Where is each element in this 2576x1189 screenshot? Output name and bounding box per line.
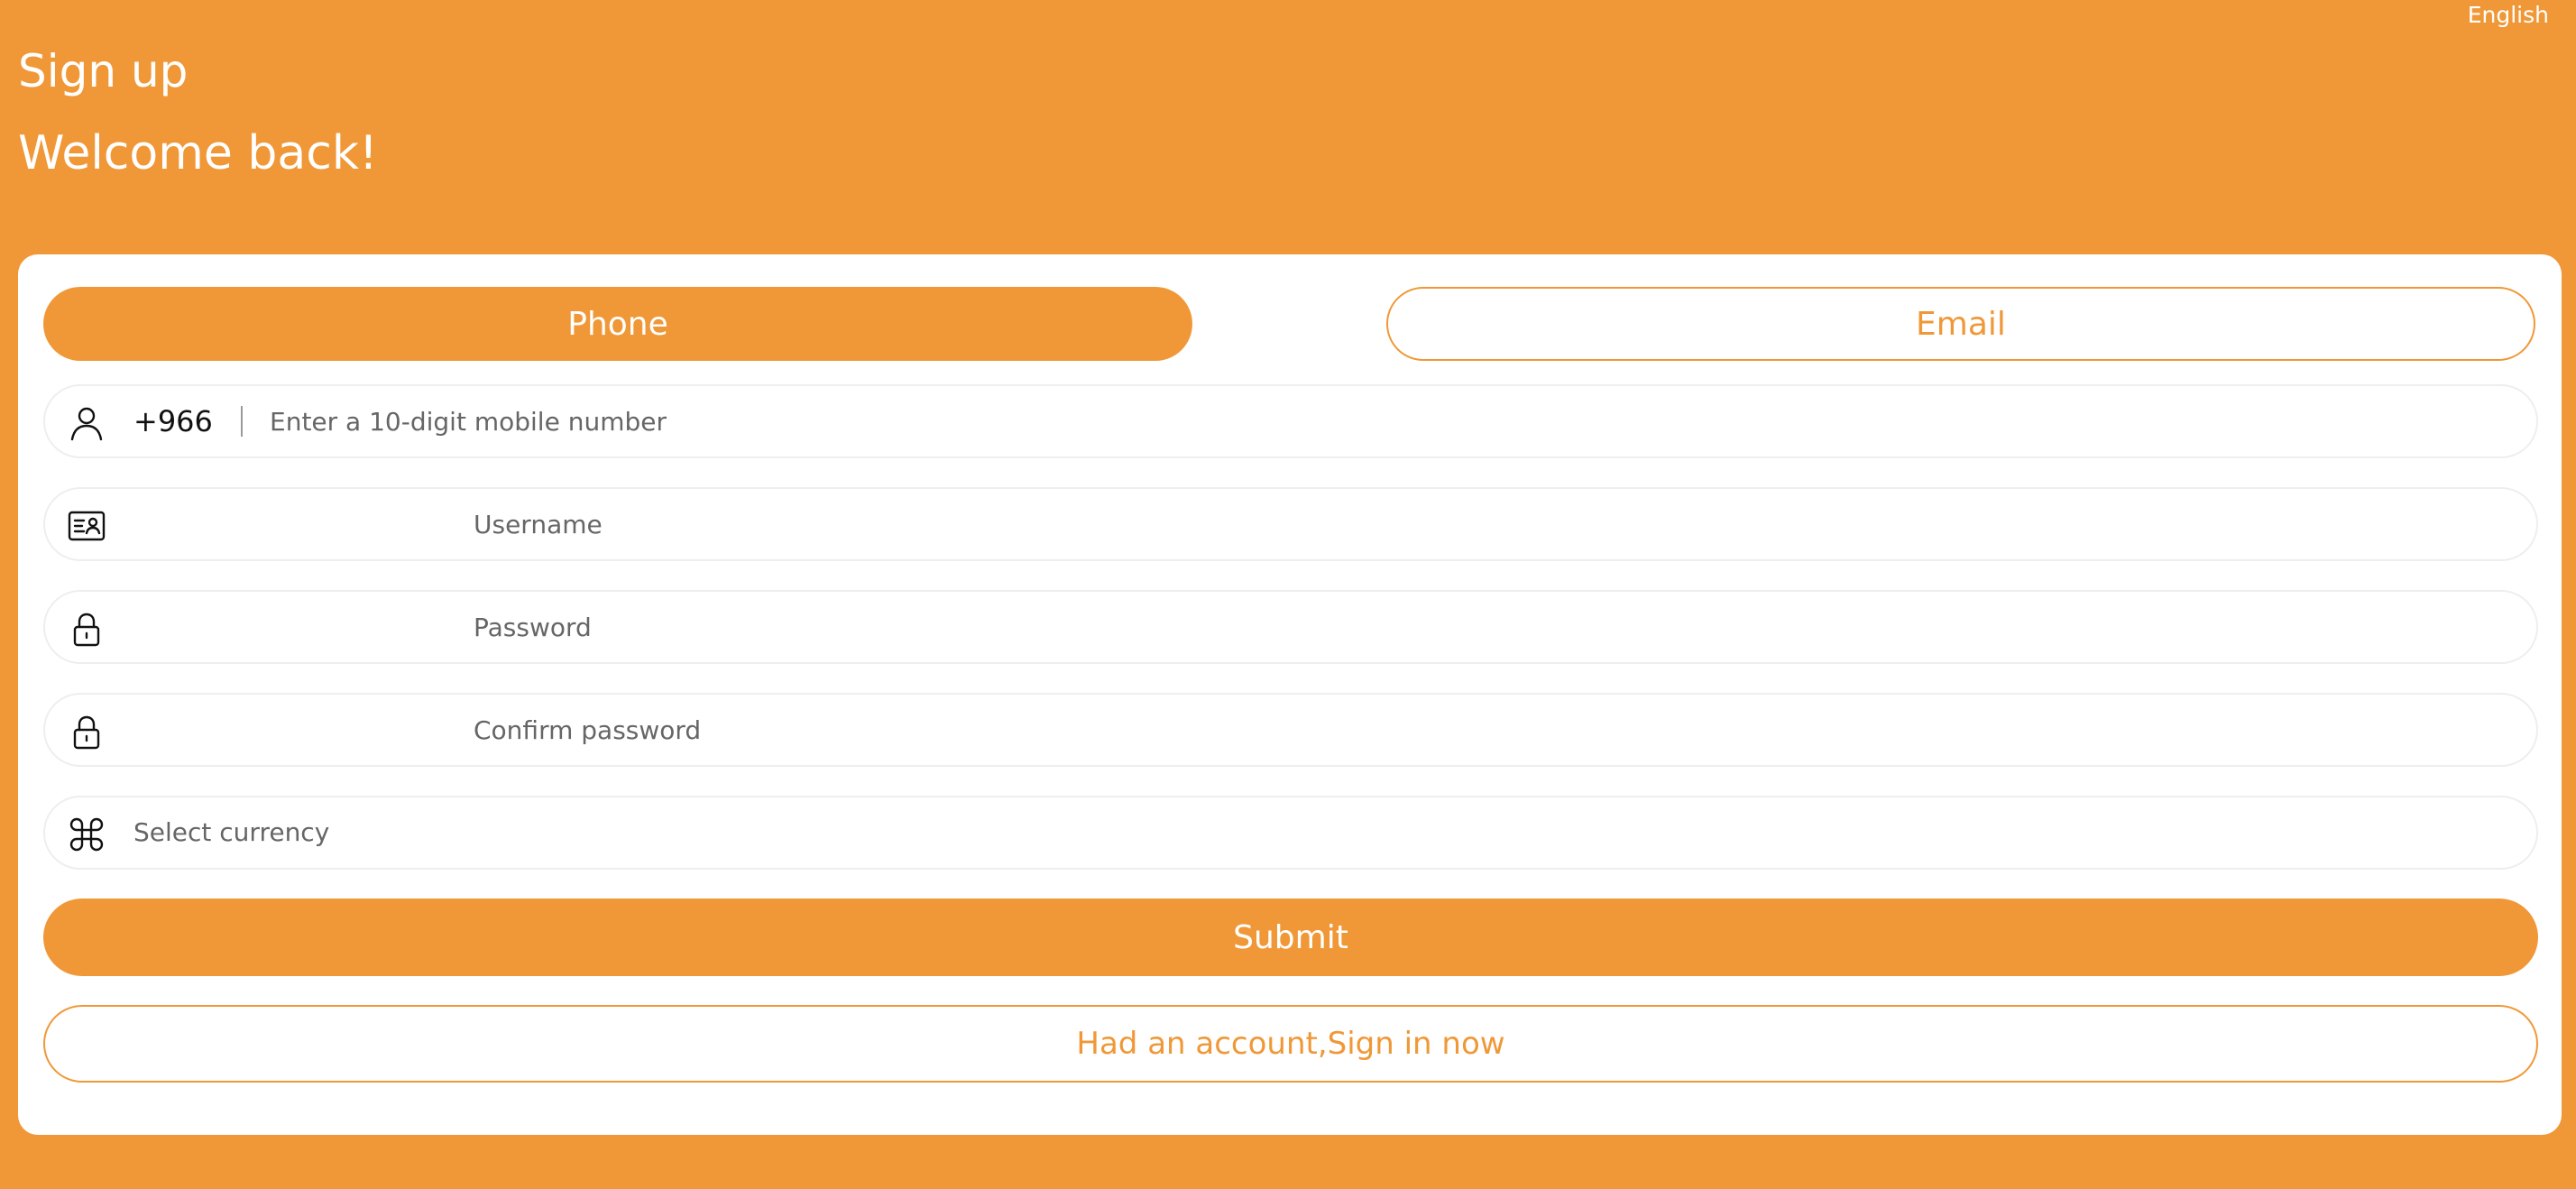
command-icon: [67, 815, 106, 854]
phone-input[interactable]: [270, 386, 2507, 456]
lock-icon: [67, 712, 106, 751]
password-input[interactable]: [474, 592, 2512, 662]
page-title: Sign up: [18, 45, 189, 97]
divider: [241, 406, 243, 437]
password-field: [43, 590, 2538, 664]
id-card-icon: [67, 506, 106, 546]
user-icon: [67, 403, 106, 443]
currency-select-label[interactable]: Select currency: [133, 797, 329, 868]
tab-phone[interactable]: Phone: [43, 287, 1192, 361]
username-input[interactable]: [474, 489, 2512, 559]
currency-select[interactable]: Select currency: [43, 796, 2538, 870]
country-code[interactable]: +966: [133, 386, 213, 456]
tab-email[interactable]: Email: [1386, 287, 2535, 361]
sign-in-button[interactable]: Had an account,Sign in now: [43, 1005, 2538, 1083]
confirm-password-field: [43, 693, 2538, 767]
username-field: [43, 487, 2538, 561]
page-subtitle: Welcome back!: [18, 126, 378, 180]
phone-field: +966: [43, 384, 2538, 458]
language-selector[interactable]: English: [2468, 2, 2549, 28]
lock-icon: [67, 609, 106, 649]
signup-card: Phone Email +966 Enter a 10-digit mobile…: [18, 254, 2562, 1135]
submit-button[interactable]: Submit: [43, 899, 2538, 976]
confirm-password-input[interactable]: [474, 695, 2512, 765]
